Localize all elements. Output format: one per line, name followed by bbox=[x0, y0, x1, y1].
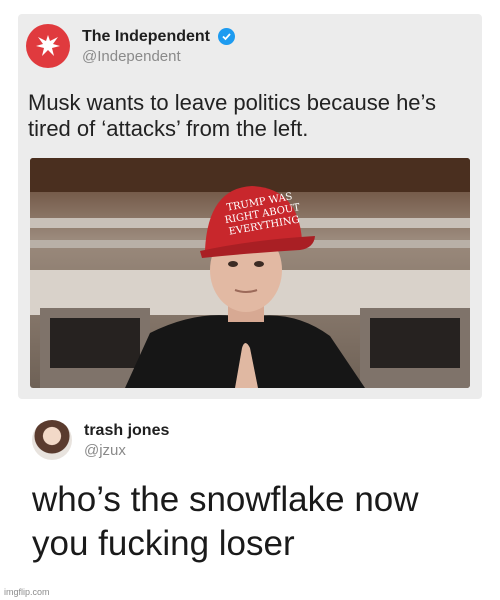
quoted-tweet-header: The Independent @Independent bbox=[26, 24, 235, 68]
reply-tweet-text: who’s the snowflake now you fucking lose… bbox=[32, 480, 419, 563]
quoted-display-name[interactable]: The Independent bbox=[82, 28, 210, 46]
musk-photo-illustration: TRUMP WAS RIGHT ABOUT EVERYTHING bbox=[30, 158, 470, 388]
tweet-photo[interactable]: TRUMP WAS RIGHT ABOUT EVERYTHING bbox=[30, 158, 470, 388]
reply-handle[interactable]: @jzux bbox=[84, 442, 169, 459]
reply-display-name[interactable]: trash jones bbox=[84, 422, 169, 440]
imgflip-watermark: imgflip.com bbox=[4, 587, 50, 597]
verified-badge-icon bbox=[218, 28, 235, 45]
quoted-tweet-card[interactable]: The Independent @Independent Musk wants … bbox=[18, 14, 482, 399]
avatar[interactable] bbox=[32, 420, 72, 460]
quoted-tweet-text: Musk wants to leave politics because he’… bbox=[28, 90, 437, 141]
reply-header: trash jones @jzux bbox=[32, 420, 169, 460]
quoted-handle[interactable]: @Independent bbox=[82, 48, 235, 65]
independent-eagle-logo[interactable] bbox=[26, 24, 70, 68]
